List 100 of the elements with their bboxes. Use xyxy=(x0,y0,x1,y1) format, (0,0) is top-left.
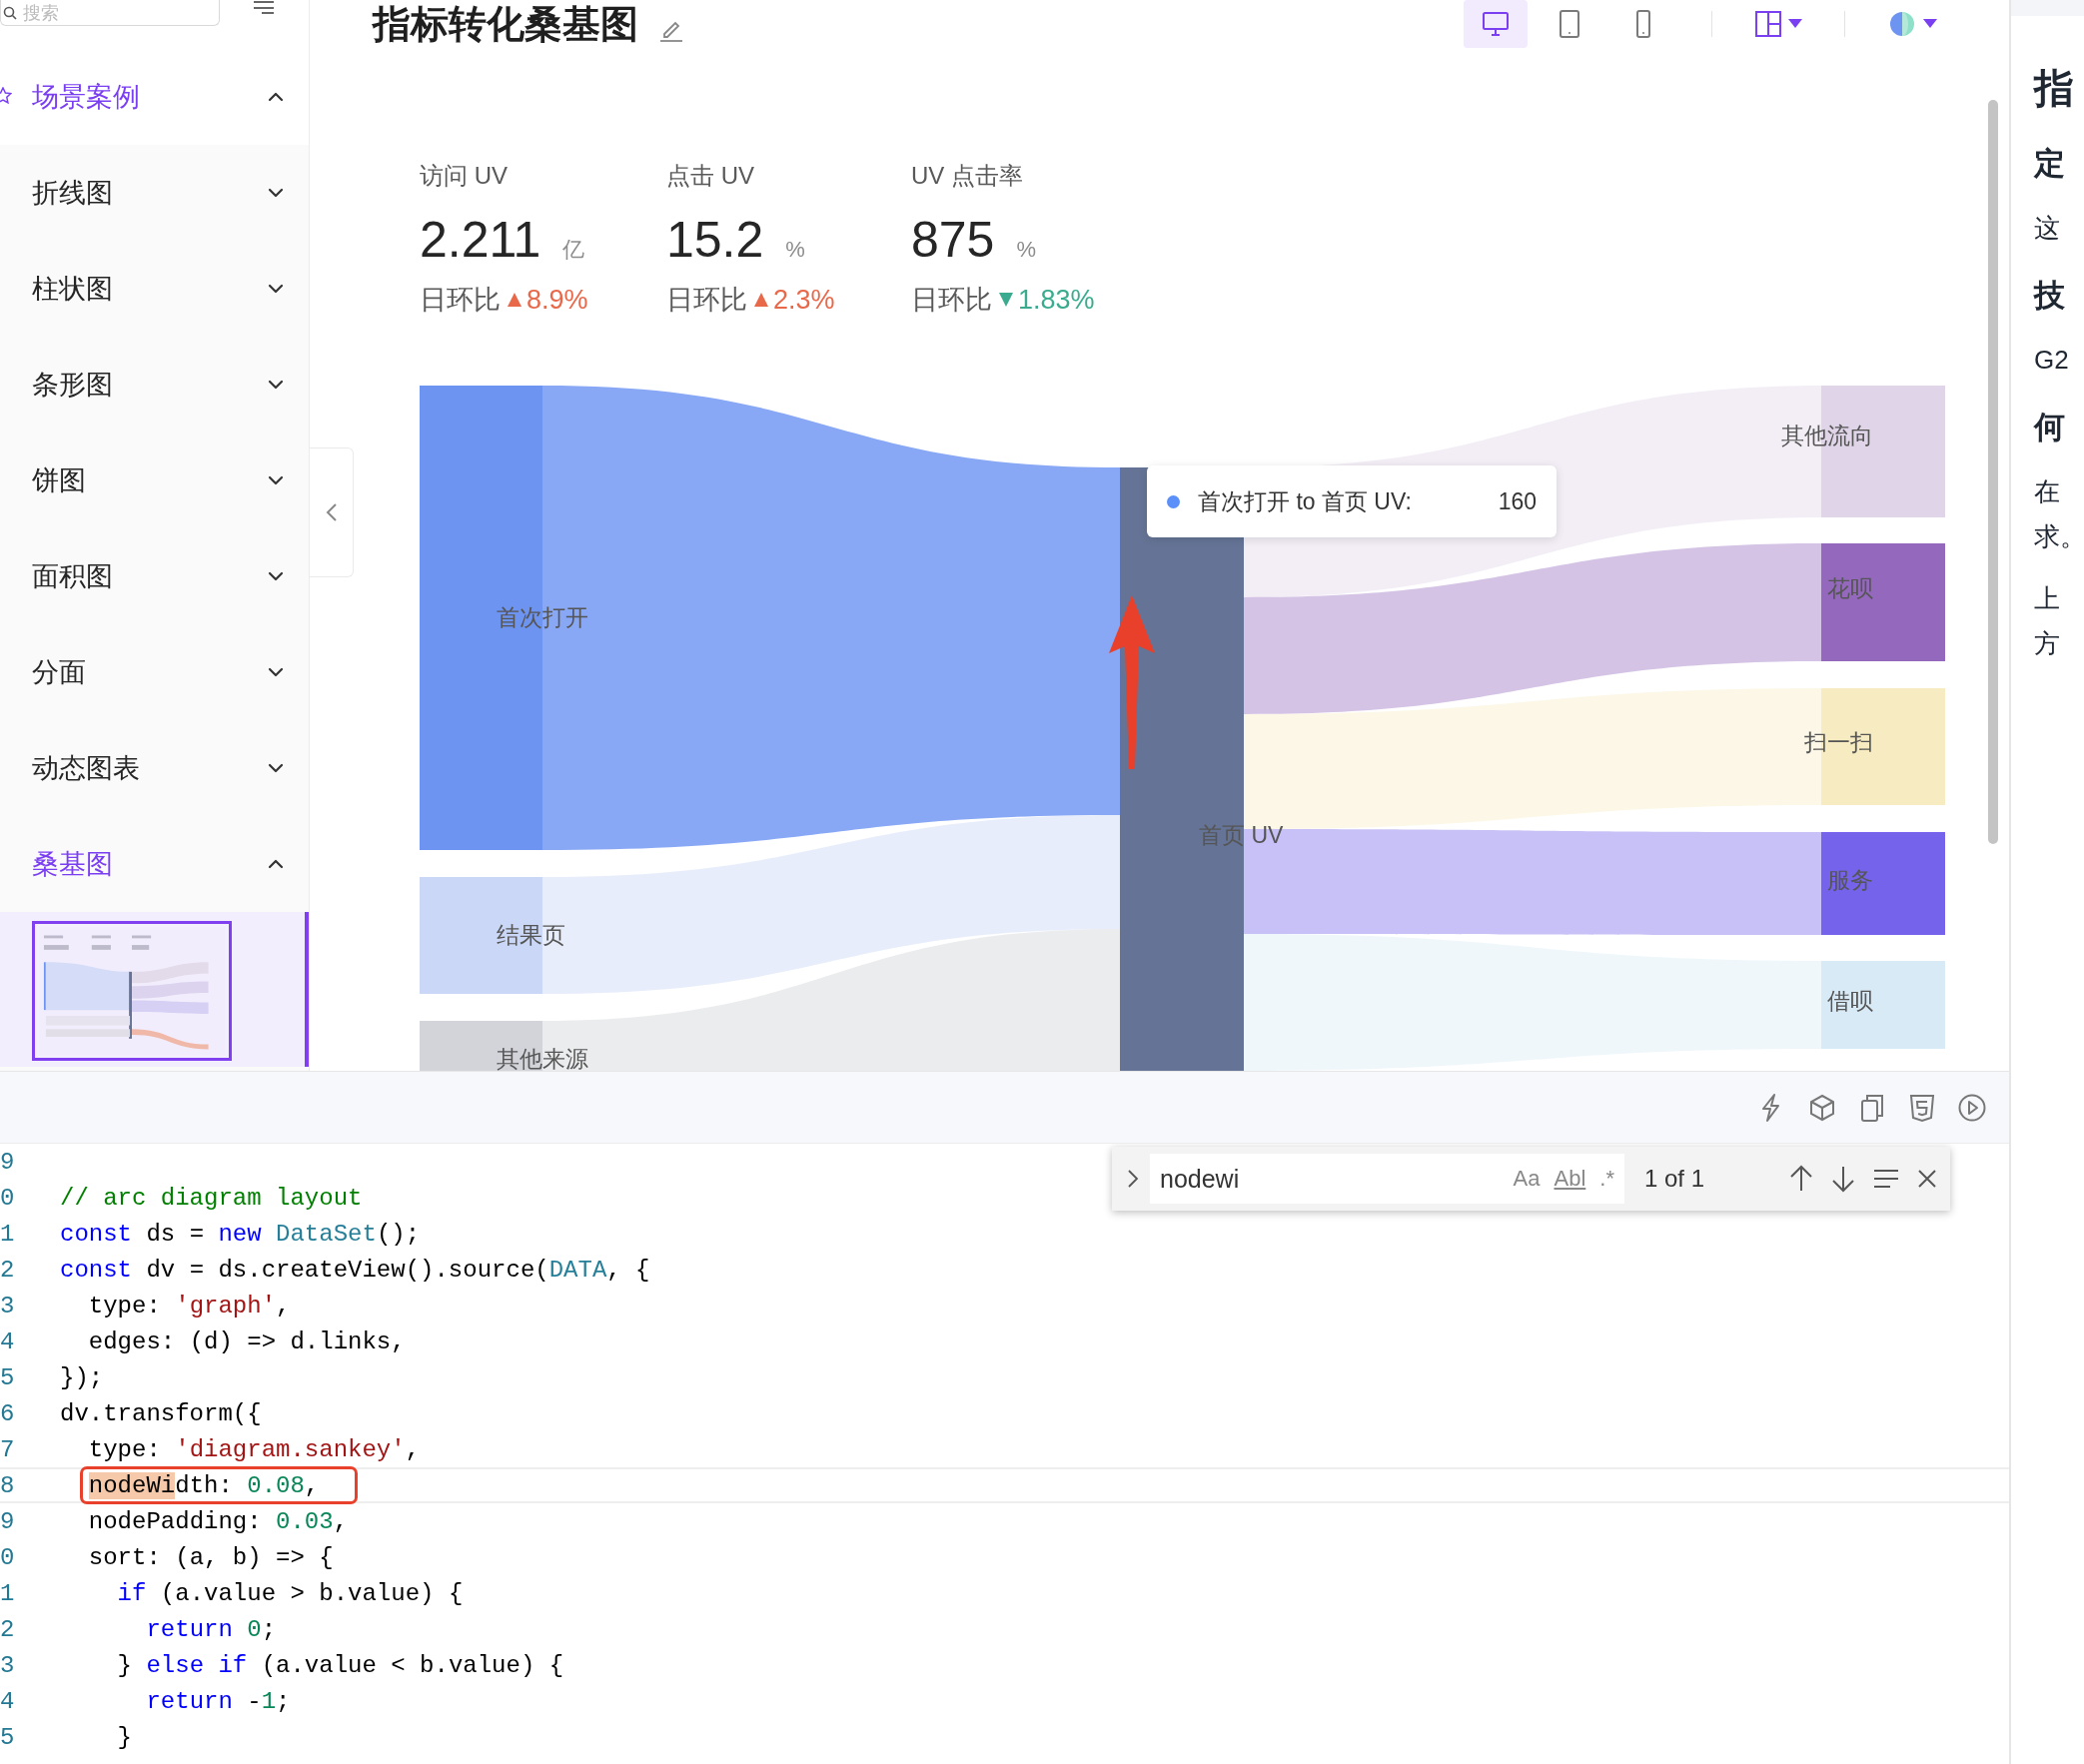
monitor-button[interactable] xyxy=(1464,0,1528,48)
node-label: 首次打开 xyxy=(497,604,588,631)
code-line: } else if (a.value < b.value) { xyxy=(116,1651,564,1679)
sidebar-item[interactable]: 饼图 xyxy=(0,433,309,528)
html5-icon[interactable] xyxy=(1907,1092,1937,1123)
line-number: 3 xyxy=(0,1651,14,1679)
doc-text: 方 xyxy=(2034,627,2061,660)
menu-icon[interactable] xyxy=(252,0,276,14)
line-number: 1 xyxy=(0,1220,14,1248)
code-line: const ds = new DataSet(); xyxy=(60,1220,421,1248)
code-line: } xyxy=(116,1723,132,1751)
node-label: 扫一扫 xyxy=(1804,729,1873,756)
node-label: 首页 UV xyxy=(1199,822,1284,849)
line-number: 6 xyxy=(0,1399,14,1427)
doc-text: 这 xyxy=(2034,212,2061,245)
arrow-down-icon[interactable] xyxy=(1830,1165,1856,1193)
stat-label: UV 点击率 xyxy=(911,161,1024,191)
change-label: 日环比 xyxy=(666,284,747,317)
code-line: edges: (d) => d.links, xyxy=(87,1327,406,1355)
node-label: 借呗 xyxy=(1827,988,1873,1015)
stat-value: 875 xyxy=(911,211,995,270)
tooltip-value: 160 xyxy=(1498,487,1537,515)
change-value: 1.83% xyxy=(1018,284,1095,317)
tooltip-label: 首次打开 to 首页 UV: xyxy=(1198,486,1412,516)
node-label: 其他来源 xyxy=(497,1046,588,1071)
code-line: sort: (a, b) => { xyxy=(87,1543,334,1571)
doc-text: 求。 xyxy=(2034,520,2084,553)
collapse-handle[interactable] xyxy=(310,447,354,577)
sidebar-item[interactable]: 柱状图 xyxy=(0,241,309,337)
code-line: return -1; xyxy=(145,1687,291,1715)
stat-label: 访问 UV xyxy=(420,161,509,191)
line-number: 5 xyxy=(0,1363,14,1391)
node-label: 其他流向 xyxy=(1781,423,1873,449)
node-label: 结果页 xyxy=(497,922,565,949)
change-value: 8.9% xyxy=(526,284,588,317)
chevron-left-icon xyxy=(324,502,339,522)
line-number: 8 xyxy=(0,1471,14,1499)
regex-toggle[interactable]: .* xyxy=(1599,1166,1614,1192)
stat-value: 15.2 xyxy=(666,211,764,270)
scrollbar[interactable] xyxy=(1988,100,1998,844)
line-number: 2 xyxy=(0,1615,14,1643)
find-input[interactable]: nodewi Aa Abl .* xyxy=(1150,1154,1624,1204)
stat-unit: % xyxy=(1016,237,1036,263)
node-label: 花呗 xyxy=(1827,575,1873,602)
arrow-up-icon[interactable] xyxy=(1788,1165,1814,1193)
line-number: 3 xyxy=(0,1292,14,1320)
change-value: 2.3% xyxy=(773,284,835,317)
doc-heading: 技 xyxy=(2034,277,2066,315)
change-label: 日环比 xyxy=(911,284,992,317)
stat-unit: % xyxy=(785,237,805,263)
code-line: // arc diagram layout xyxy=(60,1184,363,1212)
sidebar-item[interactable]: 面积图 xyxy=(0,528,309,624)
lines-icon[interactable] xyxy=(1872,1168,1900,1190)
code-line: if (a.value > b.value) { xyxy=(116,1579,464,1607)
sidebar-item[interactable]: 条形图 xyxy=(0,337,309,433)
caret-icon xyxy=(1923,19,1937,29)
line-number: 7 xyxy=(0,1435,14,1463)
layout-icon xyxy=(1754,10,1782,38)
page-title: 指标转化桑基图 xyxy=(373,2,638,47)
line-number: 0 xyxy=(0,1184,14,1212)
code-line: type: 'graph', xyxy=(87,1292,291,1320)
doc-title: 指 xyxy=(2034,65,2075,112)
line-number: 4 xyxy=(0,1687,14,1715)
play-icon[interactable] xyxy=(1957,1092,1987,1123)
doc-heading: 定 xyxy=(2034,145,2066,183)
sidebar-item[interactable]: 分面 xyxy=(0,624,309,720)
code-line: nodePadding: 0.03, xyxy=(87,1507,349,1535)
monitor-icon xyxy=(1481,9,1511,39)
line-number: 4 xyxy=(0,1327,14,1355)
match-count: 1 of 1 xyxy=(1644,1165,1705,1193)
code-line: dv.transform({ xyxy=(60,1399,262,1427)
whole-word-toggle[interactable]: Abl xyxy=(1554,1166,1586,1192)
sidebar-item[interactable]: 折线图 xyxy=(0,145,309,241)
stat-value: 2.211 xyxy=(420,211,541,270)
search-icon xyxy=(3,5,17,20)
match-case-toggle[interactable]: Aa xyxy=(1513,1166,1541,1192)
line-number: 9 xyxy=(0,1148,14,1176)
sidebar-item[interactable]: 动态图表 xyxy=(0,720,309,816)
line-number: 0 xyxy=(0,1543,14,1571)
code-line: type: 'diagram.sankey', xyxy=(87,1435,421,1463)
doc-heading: 何 xyxy=(2034,409,2066,446)
line-number: 5 xyxy=(0,1723,14,1751)
close-icon[interactable] xyxy=(1916,1168,1938,1190)
code-line: return 0; xyxy=(145,1615,277,1643)
doc-text: 在 xyxy=(2034,475,2061,508)
line-number: 1 xyxy=(0,1579,14,1607)
node-label: 服务 xyxy=(1827,867,1873,894)
doc-text: G2 xyxy=(2034,344,2070,377)
caret-icon xyxy=(1788,19,1802,29)
cube-icon[interactable] xyxy=(1807,1092,1837,1123)
doc-text: 上 xyxy=(2034,582,2061,615)
chevron-right-icon[interactable] xyxy=(1126,1169,1140,1189)
sidebar-item[interactable]: 桑基图 xyxy=(0,816,309,912)
change-label: 日环比 xyxy=(420,284,501,317)
code-line: const dv = ds.createView().source(DATA, { xyxy=(60,1256,650,1284)
line-number: 2 xyxy=(0,1256,14,1284)
color-circle-icon xyxy=(1887,9,1917,39)
line-number: 9 xyxy=(0,1507,14,1535)
code-line: }); xyxy=(60,1363,104,1391)
chart-thumbnail[interactable] xyxy=(32,921,232,1061)
